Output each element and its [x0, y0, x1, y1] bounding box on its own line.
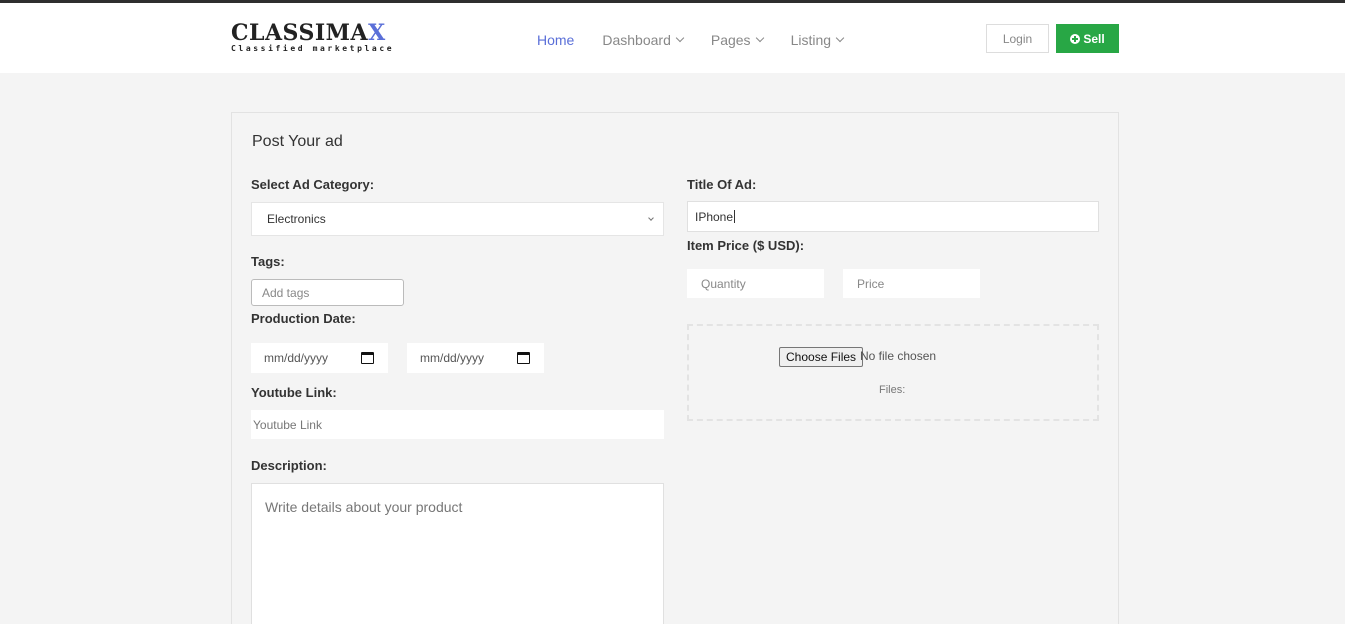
tags-label: Tags:	[251, 254, 285, 269]
file-upload-zone[interactable]: Choose Files No file chosen Files:	[687, 324, 1099, 421]
choose-files-button[interactable]: Choose Files	[779, 347, 864, 367]
description-textarea[interactable]: Write details about your product	[251, 483, 664, 624]
login-button[interactable]: Login	[986, 24, 1049, 53]
nav-listing[interactable]: Listing	[791, 30, 845, 50]
main-nav: Home Dashboard Pages Listing	[537, 30, 871, 50]
nav-pages[interactable]: Pages	[711, 30, 764, 50]
brand-logo[interactable]: CLASSIMAX Classified marketplace	[231, 21, 394, 53]
post-ad-panel: Post Your ad Select Ad Category: Electro…	[231, 112, 1119, 624]
description-label: Description:	[251, 458, 327, 473]
text-caret	[734, 210, 736, 223]
site-header: CLASSIMAX Classified marketplace Home Da…	[0, 3, 1345, 73]
youtube-label: Youtube Link:	[251, 385, 337, 400]
quantity-input[interactable]: Quantity	[687, 269, 824, 298]
calendar-icon[interactable]	[517, 352, 530, 364]
file-status: No file chosen	[860, 349, 937, 363]
calendar-icon[interactable]	[361, 352, 374, 364]
tags-input[interactable]: Add tags	[251, 279, 404, 306]
youtube-input[interactable]: Youtube Link	[251, 410, 664, 439]
price-label: Item Price ($ USD):	[687, 238, 805, 253]
chevron-down-icon	[648, 215, 654, 221]
brand-tagline: Classified marketplace	[231, 44, 395, 53]
chevron-down-icon	[835, 33, 845, 43]
ad-title-input[interactable]: IPhone	[687, 201, 1099, 232]
price-input[interactable]: Price	[843, 269, 980, 298]
ad-title-label: Title Of Ad:	[687, 177, 757, 192]
nav-home[interactable]: Home	[537, 30, 574, 50]
production-date-label: Production Date:	[251, 311, 356, 326]
brand-name: CLASSIMAX	[231, 20, 386, 46]
chevron-down-icon	[675, 33, 685, 43]
category-label: Select Ad Category:	[251, 177, 375, 192]
plus-circle-icon	[1070, 33, 1081, 44]
category-select[interactable]: Electronics	[251, 202, 664, 236]
nav-dashboard[interactable]: Dashboard	[602, 30, 685, 50]
production-date-to[interactable]: mm/dd/yyyy	[407, 343, 544, 373]
production-date-from[interactable]: mm/dd/yyyy	[251, 343, 388, 373]
sell-button[interactable]: Sell	[1056, 24, 1119, 53]
chevron-down-icon	[755, 33, 764, 43]
files-label: Files:	[879, 384, 906, 396]
panel-title: Post Your ad	[252, 133, 343, 150]
